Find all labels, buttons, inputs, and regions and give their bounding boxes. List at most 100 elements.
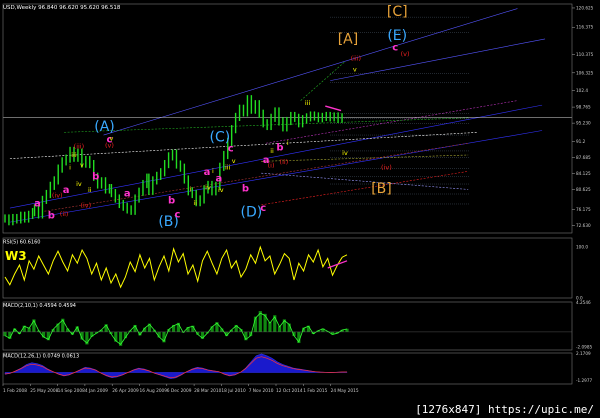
rsi-panel: W3100.00.0 <box>4 245 588 301</box>
watermark: [1276x847] https://upic.me/ <box>413 403 596 416</box>
wave-red-label: (iv) <box>52 192 63 200</box>
rsi-header: RSI(5) 60.6160 <box>3 240 40 246</box>
macd-slow-header: MACD(12,26,1) 0.0749 0.0613 <box>3 354 79 360</box>
x-tick-label: 6 Dec 2009 <box>167 388 192 394</box>
wave-red-label: (ii) <box>60 210 69 218</box>
wave-magenta-label: a <box>63 185 70 196</box>
trendline-8 <box>261 172 469 190</box>
x-tick-label: 1 Feb 2015 <box>303 388 327 394</box>
rsi-y-tick-label: 100.0 <box>576 245 588 250</box>
pink-arrow <box>325 105 342 112</box>
wave-magenta-label: c <box>228 143 234 154</box>
wave-magenta-label: a <box>124 189 131 200</box>
wave-cyan-label: (D) <box>241 205 263 221</box>
x-tick-label: 28 Mar 2010 <box>194 388 222 394</box>
y-tick-label: 91.2 <box>576 139 586 144</box>
wave-magenta-label: a <box>215 173 222 184</box>
wave-yellow-label: iv <box>205 183 211 191</box>
wave-red-label: (iv) <box>80 202 91 210</box>
x-tick-label: 16 Aug 2009 <box>140 388 168 394</box>
y-tick-label: 98.765 <box>576 105 591 110</box>
wave-yellow-label: ii <box>193 199 197 207</box>
wave-magenta-label: a <box>204 167 211 178</box>
panel-frame-rsi <box>2 237 573 299</box>
wave-yellow-label: iv <box>76 180 82 188</box>
y-tick-label: 120.625 <box>576 5 594 10</box>
y-tick-label: 80.625 <box>576 187 591 192</box>
wave-red-label: (i) <box>268 162 275 170</box>
wave-red-label: (v) <box>105 142 114 150</box>
rsi-line <box>4 245 348 289</box>
trendline-5 <box>261 154 469 162</box>
macd-fast-panel: 4.2546 -2.0985 <box>3 300 592 350</box>
wave-magenta-label: b <box>242 183 249 194</box>
rsi-w3-label: W3 <box>5 249 27 263</box>
macd-fast-y-label: 4.2546 <box>576 300 591 305</box>
wave-yellow-label: iii <box>71 151 77 159</box>
y-tick-label: 72.630 <box>576 223 591 228</box>
y-tick-label: 116.375 <box>576 25 594 30</box>
x-tick-label: 18 Jul 2010 <box>221 388 246 394</box>
x-tick-label: 1 Feb 2008 <box>3 388 27 394</box>
wave-magenta-label: c <box>260 203 266 214</box>
y-tick-label: 110.375 <box>576 52 594 57</box>
wave-magenta-label: b <box>276 142 283 153</box>
wave-red-label: (iii) <box>351 55 362 63</box>
y-tick-label: 76.175 <box>576 207 591 212</box>
wave-magenta-label: b <box>92 171 99 182</box>
wave-red-label: (iv) <box>381 164 392 172</box>
main-header: USD,Weekly 96.840 96.620 95.620 96.518 <box>3 5 121 11</box>
macd-slow-y-label: -1.2977 <box>576 378 592 383</box>
wave-magenta-label: c <box>174 210 180 221</box>
wave-magenta-label: a <box>34 199 41 210</box>
trendline-9 <box>64 117 469 133</box>
wave-cyan-label: (E) <box>387 28 407 44</box>
x-tick-label: 7 Nov 2010 <box>249 388 274 394</box>
y-tick-label: 84.125 <box>576 171 591 176</box>
wave-orange-label: [B] <box>371 181 392 197</box>
trendline-10 <box>300 61 346 101</box>
chart-canvas: (A)(B)(C)(D)(E)[A][C][B]cccaaaabbbccabba… <box>2 3 594 394</box>
wave-red-label: (iii) <box>74 143 85 151</box>
macd-fast-bar <box>3 331 7 337</box>
wave-yellow-label: v <box>353 66 357 74</box>
wave-magenta-label: b <box>168 196 175 207</box>
wave-yellow-label: iii <box>305 99 311 107</box>
y-tick-label: 87.685 <box>576 155 591 160</box>
rsi-arrow <box>327 260 348 269</box>
wave-yellow-label: i <box>212 167 214 175</box>
wave-yellow-label: i <box>69 164 71 172</box>
x-tick-label: 12 Oct 2014 <box>276 388 303 394</box>
macd-fast-bar <box>263 313 267 332</box>
wave-yellow-label: v <box>232 157 236 165</box>
trendline-3 <box>330 38 546 81</box>
y-tick-label: 102.4 <box>576 88 588 93</box>
price-panel: (A)(B)(C)(D)(E)[A][C][B]cccaaaabbbccabba… <box>3 4 572 230</box>
x-tick-label: 14 Sep 2008 <box>58 388 85 394</box>
wave-yellow-label: v <box>80 161 84 169</box>
wave-yellow-label: i <box>189 185 191 193</box>
wave-yellow-label: ii <box>88 186 92 194</box>
x-tick-label: 24 May 2015 <box>331 388 359 394</box>
wave-yellow-label: iv <box>218 186 224 194</box>
x-tick-label: 26 Apr 2009 <box>112 388 139 394</box>
wave-magenta-label: b <box>48 210 55 221</box>
wave-yellow-label: iii <box>225 164 231 172</box>
wave-yellow-label: ii <box>270 147 274 155</box>
wave-cyan-label: (A) <box>94 119 115 135</box>
wave-orange-label: [A] <box>338 31 359 47</box>
wave-orange-label: [C] <box>387 4 408 20</box>
wave-yellow-label: v <box>110 134 114 142</box>
wave-red-label: (v) <box>401 50 410 58</box>
trendline-7 <box>261 171 469 206</box>
macd-slow-y-label: 2.1709 <box>576 351 591 356</box>
y-tick-label: 106.325 <box>576 70 594 75</box>
y-tick-label: 95.230 <box>576 121 591 126</box>
macd-slow-panel: 2.1709 -1.2977 <box>4 351 592 383</box>
x-tick-label: 4 Jan 2009 <box>85 388 108 394</box>
macd-fast-header: MACD(2,10,1) 0.4594 0.4594 <box>3 303 76 309</box>
wave-yellow-label: iv <box>342 149 348 157</box>
x-tick-label: 25 May 2008 <box>30 388 58 394</box>
wave-magenta-label: c <box>392 43 398 54</box>
macd-fast-line <box>4 312 348 345</box>
